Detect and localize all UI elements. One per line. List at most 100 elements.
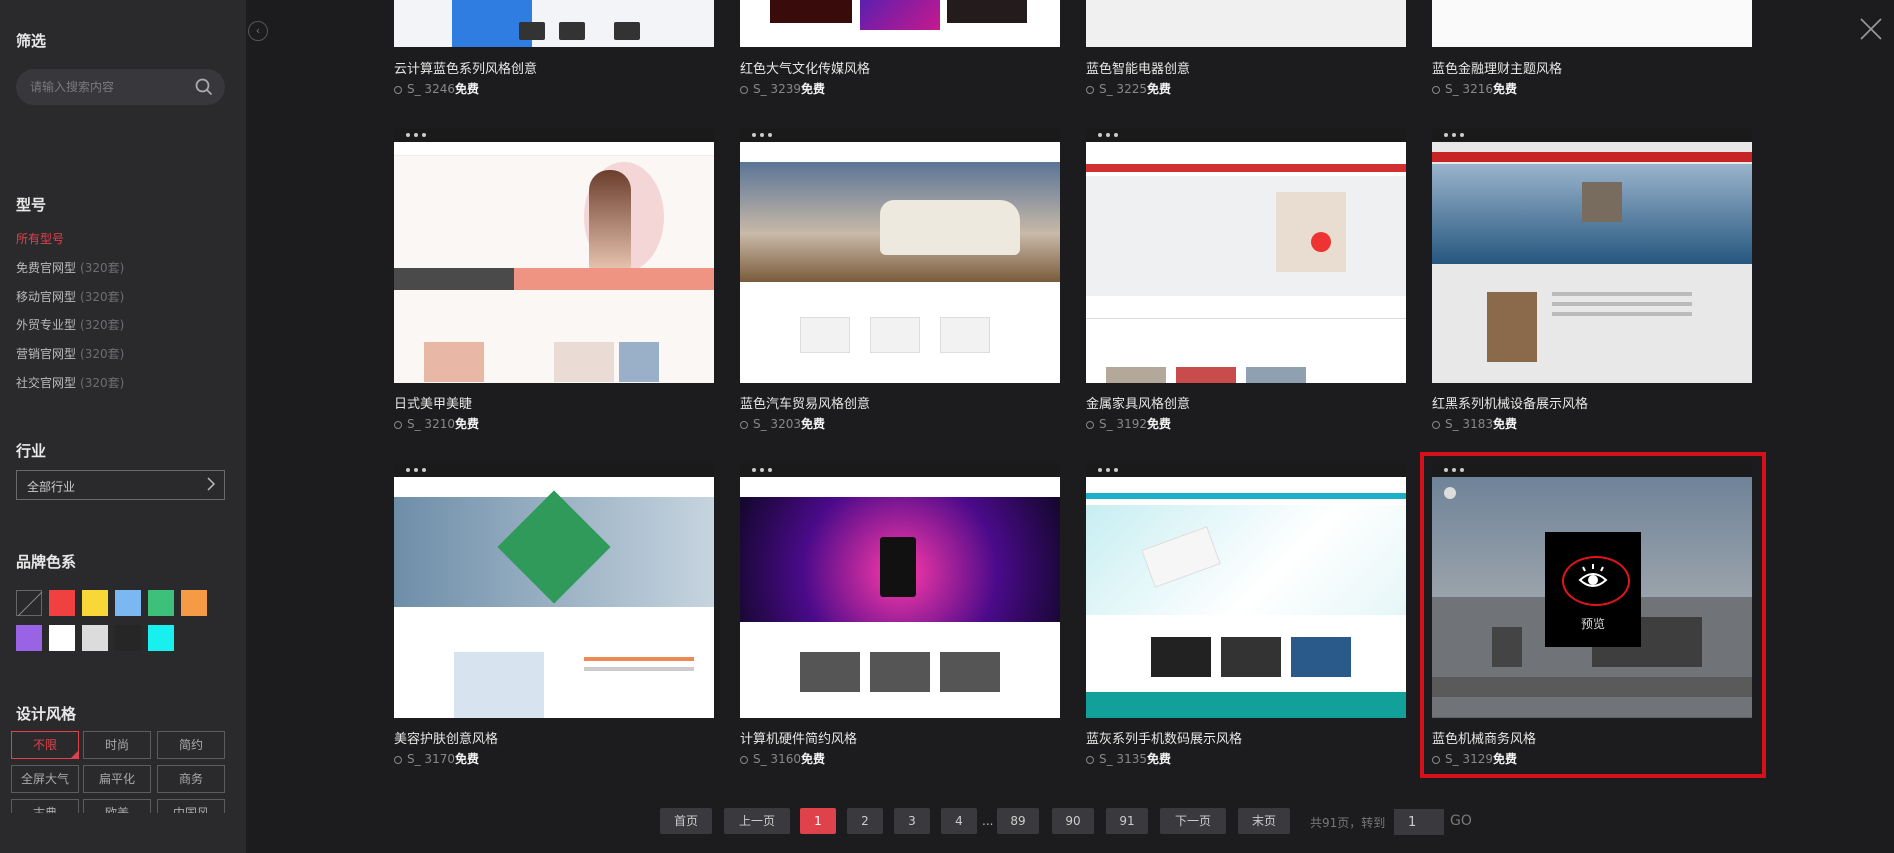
style-btn-business[interactable]: 商务	[157, 765, 225, 793]
style-btn-fullscreen[interactable]: 全屏大气	[11, 765, 79, 793]
style-btn-classical[interactable]: 古典	[11, 799, 79, 813]
page-number-button[interactable]: 3	[894, 808, 930, 834]
template-meta: S_ 3160免费	[740, 750, 825, 767]
template-meta: S_ 3225免费	[1086, 80, 1171, 97]
style-btn-unlimited[interactable]: 不限	[11, 731, 79, 759]
radio-dot-icon	[1432, 421, 1440, 429]
color-swatch-gray[interactable]	[82, 625, 108, 651]
industry-select[interactable]: 全部行业	[16, 470, 225, 500]
color-swatch-green[interactable]	[148, 590, 174, 616]
close-icon[interactable]	[1858, 16, 1884, 42]
template-price: 免费	[800, 417, 825, 431]
template-title[interactable]: 蓝色智能电器创意	[1086, 58, 1190, 77]
type-count: (320套)	[80, 347, 125, 361]
page-go-button[interactable]: GO	[1450, 813, 1472, 829]
template-title[interactable]: 计算机硬件简约风格	[740, 728, 857, 747]
type-count: (320套)	[80, 290, 125, 304]
color-swatch-none[interactable]	[16, 590, 43, 617]
template-price: 免费	[1146, 82, 1171, 96]
template-code: S_ 3210	[407, 417, 455, 431]
radio-dot-icon	[394, 421, 402, 429]
template-thumbnail[interactable]	[740, 0, 1060, 47]
template-code: S_ 3183	[1445, 417, 1493, 431]
page-number-button[interactable]: 2	[847, 808, 883, 834]
template-code: S_ 3135	[1099, 752, 1147, 766]
page-number-button[interactable]: 90	[1052, 808, 1094, 834]
radio-dot-icon	[394, 86, 402, 94]
template-meta: S_ 3239免费	[740, 80, 825, 97]
template-title[interactable]: 蓝色金融理财主题风格	[1432, 58, 1562, 77]
type-item-social[interactable]: 社交官网型 (320套)	[16, 374, 124, 391]
radio-dot-icon	[1086, 86, 1094, 94]
page-number-button[interactable]: 4	[941, 808, 977, 834]
template-title[interactable]: 红黑系列机械设备展示风格	[1432, 393, 1588, 412]
template-price: 免费	[454, 752, 479, 766]
color-swatch-yellow[interactable]	[82, 590, 108, 616]
template-thumbnail[interactable]	[394, 128, 714, 383]
template-thumbnail[interactable]	[394, 463, 714, 718]
template-thumbnail[interactable]	[740, 463, 1060, 718]
eye-icon	[1578, 564, 1608, 587]
page-goto-input[interactable]	[1394, 809, 1444, 835]
template-title[interactable]: 金属家具风格创意	[1086, 393, 1190, 412]
style-btn-fashion[interactable]: 时尚	[83, 731, 151, 759]
style-btn-flat[interactable]: 扁平化	[83, 765, 151, 793]
page-last-button[interactable]: 末页	[1238, 808, 1290, 834]
template-thumbnail[interactable]	[1086, 128, 1406, 383]
page-number-button[interactable]: 91	[1106, 808, 1148, 834]
template-title[interactable]: 云计算蓝色系列风格创意	[394, 58, 537, 77]
template-thumbnail[interactable]	[394, 0, 714, 47]
template-meta: S_ 3246免费	[394, 80, 479, 97]
page-number-button[interactable]: 89	[997, 808, 1039, 834]
search-icon[interactable]	[195, 78, 213, 96]
template-thumbnail[interactable]	[1432, 128, 1752, 383]
type-item-all[interactable]: 所有型号	[16, 230, 64, 247]
color-swatch-orange[interactable]	[181, 590, 207, 616]
template-meta: S_ 3216免费	[1432, 80, 1517, 97]
type-label: 所有型号	[16, 232, 65, 246]
page-next-button[interactable]: 下一页	[1160, 808, 1226, 834]
preview-button[interactable]: 预览	[1545, 532, 1641, 647]
type-item-marketing[interactable]: 营销官网型 (320套)	[16, 345, 124, 362]
template-title[interactable]: 蓝灰系列手机数码展示风格	[1086, 728, 1242, 747]
page-ellipsis: ...	[982, 814, 994, 828]
color-swatch-light-blue[interactable]	[115, 590, 141, 616]
template-price: 免费	[800, 82, 825, 96]
template-title[interactable]: 日式美甲美睫	[394, 393, 472, 412]
type-item-foreign-trade[interactable]: 外贸专业型 (320套)	[16, 316, 124, 333]
type-item-mobile[interactable]: 移动官网型 (320套)	[16, 288, 124, 305]
template-thumbnail[interactable]	[1432, 0, 1752, 47]
color-swatch-black[interactable]	[115, 625, 141, 651]
template-title[interactable]: 红色大气文化传媒风格	[740, 58, 870, 77]
type-label: 免费官网型	[16, 261, 77, 275]
style-btn-minimal[interactable]: 简约	[157, 731, 225, 759]
template-title[interactable]: 蓝色汽车贸易风格创意	[740, 393, 870, 412]
type-item-free[interactable]: 免费官网型 (320套)	[16, 259, 124, 276]
radio-dot-icon	[1432, 86, 1440, 94]
template-thumbnail[interactable]	[1086, 463, 1406, 718]
search-box	[16, 69, 225, 105]
page-number-button[interactable]: 1	[800, 808, 836, 834]
collapse-sidebar-button[interactable]: ‹	[246, 20, 276, 42]
chevron-left-icon: ‹	[248, 21, 268, 41]
color-swatch-purple[interactable]	[16, 625, 42, 651]
page-prev-button[interactable]: 上一页	[724, 808, 790, 834]
template-meta: S_ 3203免费	[740, 415, 825, 432]
radio-dot-icon	[740, 421, 748, 429]
type-count: (320套)	[80, 261, 125, 275]
search-input[interactable]	[30, 77, 190, 97]
template-thumbnail[interactable]	[740, 128, 1060, 383]
template-thumbnail[interactable]	[1086, 0, 1406, 47]
page-first-button[interactable]: 首页	[660, 808, 712, 834]
style-btn-western[interactable]: 欧美	[83, 799, 151, 813]
style-btn-chinese[interactable]: 中国风	[157, 799, 225, 813]
preview-label: 预览	[1580, 617, 1605, 631]
template-title[interactable]: 美容护肤创意风格	[394, 728, 498, 747]
type-section-title: 型号	[16, 196, 47, 214]
color-swatch-cyan[interactable]	[148, 625, 174, 651]
color-swatch-red[interactable]	[49, 590, 75, 616]
template-code: S_ 3239	[753, 82, 801, 96]
no-color-icon	[17, 591, 43, 617]
color-swatch-white[interactable]	[49, 625, 75, 651]
radio-dot-icon	[394, 756, 402, 764]
